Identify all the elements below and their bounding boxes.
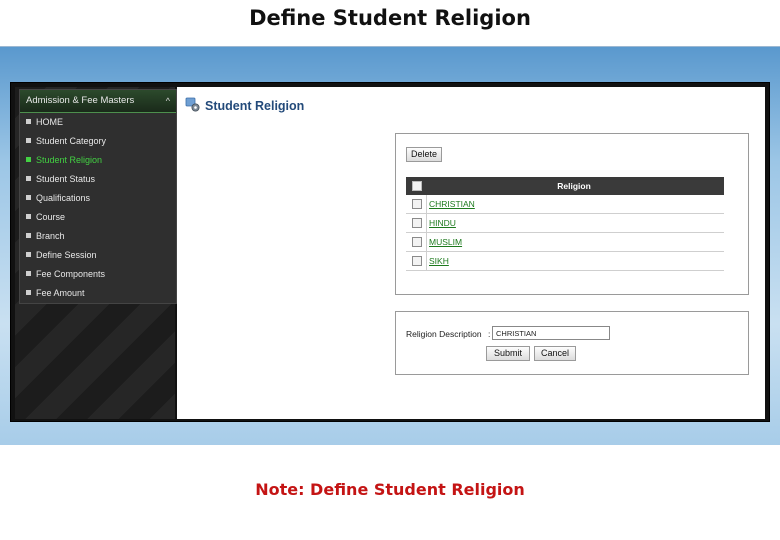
table-row: HINDU <box>406 214 724 233</box>
sidebar-item-student-religion[interactable]: Student Religion <box>20 151 176 170</box>
delete-button[interactable]: Delete <box>406 147 443 162</box>
bullet-icon <box>26 138 31 143</box>
table-row: SIKH <box>406 252 724 271</box>
row-checkbox[interactable] <box>412 218 422 228</box>
religion-list-panel: Delete Religion CHRISTIAN HINDU MUSLIM S… <box>395 133 749 295</box>
field-label-text: Religion Description <box>406 329 482 339</box>
sidebar-item-label: Student Category <box>36 136 107 146</box>
sidebar-item-label: Qualifications <box>36 193 91 203</box>
religion-form-panel: Religion Description : Submit Cancel <box>395 311 749 375</box>
religion-link[interactable]: SIKH <box>426 252 449 270</box>
sidebar-item-student-status[interactable]: Student Status <box>20 170 176 189</box>
sidebar-menu: Admission & Fee Masters ^ HOME Student C… <box>19 89 177 304</box>
submit-button[interactable]: Submit <box>486 346 530 361</box>
sidebar-item-course[interactable]: Course <box>20 208 176 227</box>
sidebar-item-fee-components[interactable]: Fee Components <box>20 265 176 284</box>
religion-description-input[interactable] <box>492 326 610 340</box>
sidebar-item-label: Fee Components <box>36 269 106 279</box>
app-screenshot: Admission & Fee Masters ^ HOME Student C… <box>10 82 770 422</box>
sidebar-item-label: Student Status <box>36 174 96 184</box>
collapse-caret-icon[interactable]: ^ <box>166 90 170 112</box>
table-row: CHRISTIAN <box>406 195 724 214</box>
bullet-icon <box>26 119 31 124</box>
religion-grid: Religion CHRISTIAN HINDU MUSLIM SIKH <box>406 177 724 271</box>
bullet-icon <box>26 176 31 181</box>
sidebar-item-home[interactable]: HOME <box>20 113 176 132</box>
bullet-icon <box>26 214 31 219</box>
column-header-religion: Religion <box>557 181 591 191</box>
sidebar-item-label: Define Session <box>36 250 97 260</box>
bullet-icon <box>26 252 31 257</box>
grid-header: Religion <box>406 177 724 195</box>
sidebar-item-label: HOME <box>36 117 63 127</box>
religion-link[interactable]: HINDU <box>426 214 456 232</box>
sidebar-header-label: Admission & Fee Masters <box>26 95 135 106</box>
sidebar-pane: Admission & Fee Masters ^ HOME Student C… <box>15 87 177 419</box>
cancel-button[interactable]: Cancel <box>534 346 576 361</box>
sidebar-item-label: Student Religion <box>36 155 103 165</box>
sidebar-item-label: Branch <box>36 231 65 241</box>
sidebar-item-label: Course <box>36 212 66 222</box>
religion-link[interactable]: CHRISTIAN <box>426 195 475 213</box>
gear-settings-icon <box>185 97 200 112</box>
bullet-icon <box>26 290 31 295</box>
row-checkbox[interactable] <box>412 237 422 247</box>
sidebar-item-student-category[interactable]: Student Category <box>20 132 176 151</box>
sidebar-item-branch[interactable]: Branch <box>20 227 176 246</box>
select-all-checkbox[interactable] <box>412 181 422 191</box>
sidebar-item-fee-amount[interactable]: Fee Amount <box>20 284 176 303</box>
sidebar-item-qualifications[interactable]: Qualifications <box>20 189 176 208</box>
religion-link[interactable]: MUSLIM <box>426 233 462 251</box>
sidebar-item-define-session[interactable]: Define Session <box>20 246 176 265</box>
slide-title: Define Student Religion <box>249 6 531 30</box>
sidebar-header[interactable]: Admission & Fee Masters ^ <box>20 90 176 113</box>
label-separator: : <box>487 329 491 339</box>
bullet-icon <box>26 157 31 162</box>
bullet-icon <box>26 195 31 200</box>
row-checkbox[interactable] <box>412 199 422 209</box>
religion-description-label: Religion Description : <box>406 329 490 339</box>
row-checkbox[interactable] <box>412 256 422 266</box>
main-content: Student Religion Delete Religion CHRISTI… <box>177 87 765 419</box>
bullet-icon <box>26 271 31 276</box>
bullet-icon <box>26 233 31 238</box>
slide-note: Note: Define Student Religion <box>255 480 525 499</box>
table-row: MUSLIM <box>406 233 724 252</box>
page-title: Student Religion <box>185 97 304 113</box>
sidebar-item-label: Fee Amount <box>36 288 85 298</box>
page-title-text: Student Religion <box>205 99 305 113</box>
